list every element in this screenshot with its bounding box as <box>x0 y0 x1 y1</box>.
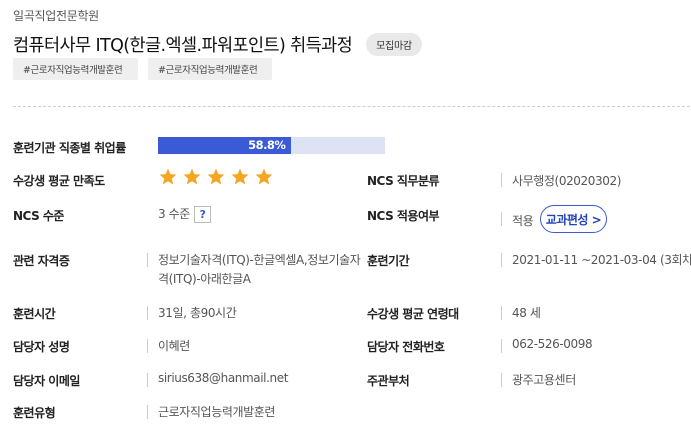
separator <box>501 306 502 320</box>
star-icon <box>231 168 249 185</box>
phone-label: 담당자 전화번호 <box>367 340 445 354</box>
employment-rate-bar: 58.8% <box>158 137 385 154</box>
curriculum-button[interactable]: 교과편성 > <box>540 205 607 233</box>
phone-value: 062-526-0098 <box>512 337 593 351</box>
avg-age-value: 48 세 <box>512 306 541 320</box>
cert-label: 관련 자격증 <box>13 254 70 268</box>
period-value: 2021-01-11 ~2021-03-04 (3회차) <box>512 253 691 267</box>
star-icon <box>207 168 225 185</box>
separator <box>147 405 148 419</box>
separator <box>147 373 148 387</box>
status-badge: 모집마감 <box>366 33 422 56</box>
ncs-apply-value: 적용 <box>512 214 534 228</box>
cert-value-line1: 정보기술자격(ITQ)-한글엑셀A,정보기술자 <box>158 253 361 267</box>
satisfaction-label: 수강생 평균 만족도 <box>13 174 105 188</box>
dept-label: 주관부처 <box>367 374 410 388</box>
tag-list: #근로자직업능력개발훈련 #근로자직업능력개발훈련 <box>13 58 272 80</box>
ncs-level-value: 3 수준 <box>158 207 190 221</box>
period-label: 훈련기간 <box>367 254 410 268</box>
help-icon[interactable]: ? <box>193 206 211 223</box>
divider <box>13 106 690 107</box>
course-title: 컴퓨터사무 ITQ(한글.엑셀.파워포인트) 취득과정 <box>13 36 353 56</box>
manager-label: 담당자 성명 <box>13 340 70 354</box>
satisfaction-stars <box>158 167 274 187</box>
separator <box>501 212 502 226</box>
separator <box>147 253 148 267</box>
ncs-class-label: NCS 직무분류 <box>367 174 440 188</box>
title-row: 컴퓨터사무 ITQ(한글.엑셀.파워포인트) 취득과정 모집마감 <box>13 32 422 57</box>
separator <box>501 373 502 387</box>
ncs-level: 3 수준? <box>158 205 211 223</box>
type-value: 근로자직업능력개발훈련 <box>158 405 276 419</box>
institution-name: 일곡직업전문학원 <box>13 9 99 23</box>
separator <box>501 339 502 353</box>
cert-value-line2: 격(ITQ)-아래한글A <box>158 272 251 286</box>
email-label: 담당자 이메일 <box>13 374 80 388</box>
tag-item[interactable]: #근로자직업능력개발훈련 <box>148 58 272 80</box>
hours-label: 훈련시간 <box>13 307 56 321</box>
ncs-level-label: NCS 수준 <box>13 209 64 223</box>
employment-rate-value: 58.8% <box>248 138 286 152</box>
separator <box>501 173 502 187</box>
star-icon <box>255 168 273 185</box>
email-value: sirius638@hanmail.net <box>158 371 288 385</box>
separator <box>501 253 502 267</box>
ncs-apply-label: NCS 적용여부 <box>367 209 440 223</box>
employment-rate-label: 훈련기관 직종별 취업률 <box>13 141 126 155</box>
type-label: 훈련유형 <box>13 406 56 420</box>
star-icon <box>159 168 177 185</box>
tag-item[interactable]: #근로자직업능력개발훈련 <box>13 58 138 80</box>
separator <box>147 306 148 320</box>
separator <box>147 339 148 353</box>
dept-value: 광주고용센터 <box>512 373 576 387</box>
hours-value: 31일, 총90시간 <box>158 306 237 320</box>
avg-age-label: 수강생 평균 연령대 <box>367 307 459 321</box>
ncs-class-value: 사무행정(02020302) <box>512 174 622 188</box>
manager-value: 이혜련 <box>158 339 190 353</box>
employment-rate-fill: 58.8% <box>158 137 292 154</box>
star-icon <box>183 168 201 185</box>
